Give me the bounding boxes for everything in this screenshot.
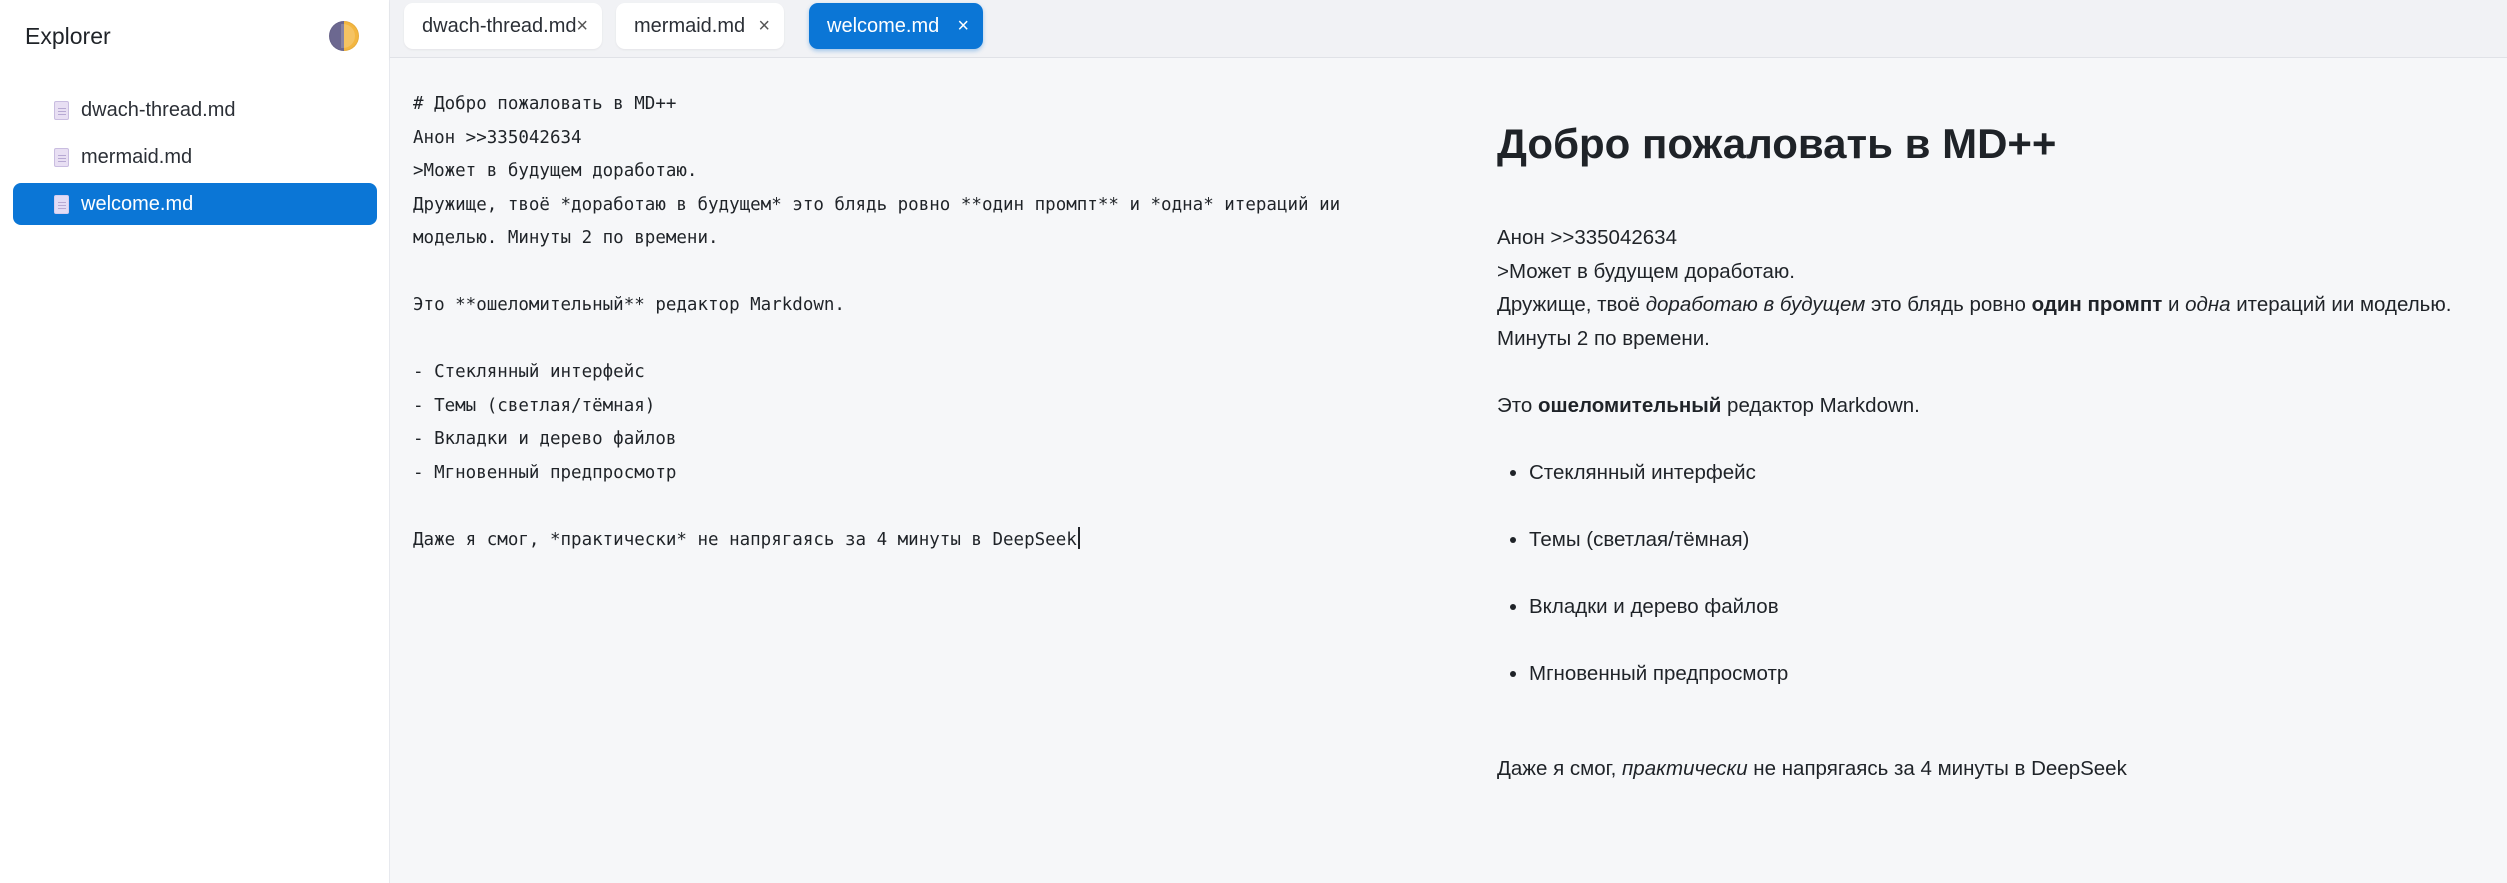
list-item: Темы (светлая/тёмная) bbox=[1529, 523, 2497, 590]
markdown-file-icon bbox=[54, 195, 69, 214]
list-item: Стеклянный интерфейс bbox=[1529, 456, 2497, 523]
file-tree-item-welcome[interactable]: welcome.md bbox=[13, 183, 377, 225]
text: Это bbox=[1497, 393, 1538, 417]
file-tree-item-mermaid[interactable]: mermaid.md bbox=[13, 136, 377, 178]
list-item: Мгновенный предпросмотр bbox=[1529, 657, 2497, 724]
text-cursor bbox=[1077, 526, 1080, 549]
text: редактор Markdown. bbox=[1721, 393, 1920, 417]
editor-line-last: Даже я смог, *практически* не напрягаясь… bbox=[413, 524, 1423, 558]
editor-line: >Может в будущем доработаю. bbox=[413, 161, 698, 181]
file-tree-item-dwach-thread[interactable]: dwach-thread.md bbox=[13, 89, 377, 131]
preview-quote-author: Анон >>335042634 bbox=[1497, 226, 1677, 249]
preview-content: Добро пожаловать в MD++ Анон >>335042634… bbox=[1497, 114, 2497, 785]
text: Даже я смог, bbox=[1497, 756, 1623, 780]
strong: ошеломительный bbox=[1538, 393, 1722, 417]
preview-quote-text: >Может в будущем доработаю. bbox=[1497, 259, 1795, 283]
editor-line: Дружище, твоё *доработаю в будущем* это … bbox=[413, 194, 1341, 215]
emphasis: доработаю в будущем bbox=[1645, 293, 1866, 316]
list-item: Вкладки и дерево файлов bbox=[1529, 590, 2497, 657]
strong: один промпт bbox=[2031, 293, 2163, 316]
file-tree-item-label: welcome.md bbox=[81, 192, 194, 215]
close-icon[interactable]: × bbox=[758, 16, 770, 36]
preview-bullet-list: Стеклянный интерфейс Темы (светлая/тёмна… bbox=[1497, 456, 2497, 724]
editor-line: - Мгновенный предпросмотр bbox=[413, 462, 677, 483]
close-icon[interactable]: × bbox=[957, 16, 969, 36]
editor-line: Даже я смог, *практически* не напрягаясь… bbox=[413, 529, 1077, 550]
sidebar: Explorer dwach-thread.md mermaid.md welc… bbox=[0, 0, 390, 883]
editor-line: Это **ошеломительный** редактор Markdown… bbox=[413, 295, 845, 315]
editor-line: моделью. Минуты 2 по времени. bbox=[413, 228, 719, 248]
preview-paragraph-line: Дружище, твоё доработаю в будущем это бл… bbox=[1497, 288, 2497, 322]
tab-welcome[interactable]: welcome.md × bbox=[809, 3, 983, 49]
preview-heading: Добро пожаловать в MD++ bbox=[1497, 120, 2057, 167]
editor-line: Анон >>335042634 bbox=[413, 127, 582, 148]
markdown-file-icon bbox=[54, 101, 69, 120]
preview-paragraph: Даже я смог, практически не напрягаясь з… bbox=[1497, 752, 2497, 786]
tab-label: mermaid.md bbox=[634, 14, 746, 37]
tab-mermaid[interactable]: mermaid.md × bbox=[616, 3, 784, 49]
markdown-editor[interactable]: # Добро пожаловать в MD++ Анон >>3350426… bbox=[390, 58, 1437, 883]
emphasis: одна bbox=[2185, 293, 2231, 316]
tab-label: dwach-thread.md bbox=[422, 14, 577, 37]
text: и bbox=[2162, 293, 2186, 316]
markdown-file-icon bbox=[54, 148, 69, 167]
markdown-preview: Добро пожаловать в MD++ Анон >>335042634… bbox=[1437, 58, 2507, 883]
tab-dwach-thread[interactable]: dwach-thread.md × bbox=[404, 3, 602, 49]
sidebar-title: Explorer bbox=[25, 22, 111, 49]
preview-paragraph-line: Минуты 2 по времени. bbox=[1497, 326, 1710, 350]
close-icon[interactable]: × bbox=[576, 16, 588, 36]
file-tree-item-label: dwach-thread.md bbox=[81, 98, 236, 121]
preview-paragraph: Это ошеломительный редактор Markdown. bbox=[1497, 389, 2497, 423]
emphasis: практически bbox=[1622, 756, 1748, 780]
editor-line: # Добро пожаловать в MD++ bbox=[413, 94, 677, 114]
editor-line: - Вкладки и дерево файлов bbox=[413, 429, 677, 449]
tab-bar: dwach-thread.md × mermaid.md × welcome.m… bbox=[390, 0, 2507, 58]
tab-label: welcome.md bbox=[827, 14, 940, 37]
text: итераций ии моделью. bbox=[2230, 293, 2452, 316]
editor-line: - Темы (светлая/тёмная) bbox=[413, 395, 656, 416]
half-moon-icon[interactable] bbox=[329, 21, 359, 51]
sidebar-header: Explorer bbox=[25, 18, 369, 54]
editor-text-area[interactable]: # Добро пожаловать в MD++ Анон >>3350426… bbox=[413, 88, 1423, 557]
file-tree: dwach-thread.md mermaid.md welcome.md bbox=[13, 89, 377, 230]
text: не напрягаясь за 4 минуты в DeepSeek bbox=[1747, 756, 2127, 780]
text: Дружище, твоё bbox=[1497, 293, 1646, 316]
text: это блядь ровно bbox=[1865, 293, 2032, 316]
editor-line: - Стеклянный интерфейс bbox=[413, 362, 645, 382]
file-tree-item-label: mermaid.md bbox=[81, 145, 193, 168]
